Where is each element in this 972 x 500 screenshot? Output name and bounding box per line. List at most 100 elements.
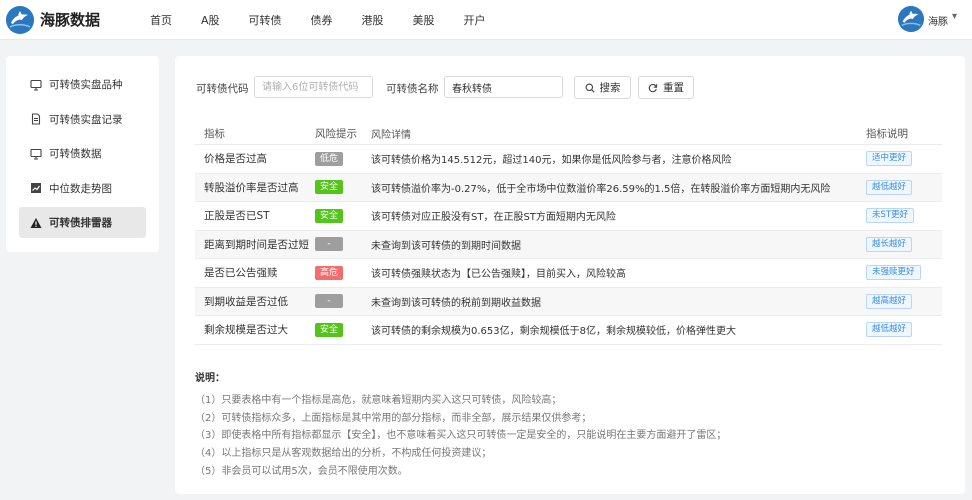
note-cell: 未ST更好 [866, 208, 942, 224]
sidebar-item-bond-data[interactable]: 可转债数据 [19, 138, 146, 169]
note-cell: 越高越好 [866, 293, 942, 309]
notes-section: 说明： （1）只要表格中有一个指标是高危，就意味着短期内买入这只可转债，风险较高… [195, 369, 726, 479]
note-badge: 越高越好 [866, 293, 913, 309]
sidebar-item-label: 中位数走势图 [49, 182, 112, 195]
nav-home[interactable]: 首页 [150, 12, 172, 28]
bond-code-input[interactable] [254, 76, 373, 98]
sidebar-item-risk-scanner[interactable]: 可转债排雷器 [19, 207, 146, 238]
note-badge: 适中更好 [866, 151, 913, 167]
note-line: （5）非会员可以试用5次，会员不限使用次数。 [195, 465, 408, 477]
detail-cell: 未查询到该可转债的到期时间数据 [371, 240, 521, 252]
note-cell: 未强赎更好 [866, 265, 942, 281]
table-row: 剩余规模是否过大 安全 该可转债的剩余规模为0.653亿，剩余规模低于8亿，剩余规模… [195, 316, 942, 345]
sidebar-item-median-trend[interactable]: 中位数走势图 [19, 173, 146, 204]
risk-cell: 低危 [315, 151, 371, 166]
table-row: 是否已公告强赎 高危 该可转债强赎状态为【已公告强赎】，目前买入，风险较高 未强赎更好 [195, 259, 942, 288]
dolphin-logo-icon[interactable] [6, 6, 34, 34]
table-body: 价格是否过高 低危 该可转债价格为145.512元，超过140元，如果你是低风险参与… [195, 145, 942, 345]
search-button[interactable]: 搜索 [574, 76, 631, 99]
header-note: 指标说明 [866, 127, 908, 140]
note-cell: 越长越好 [866, 236, 942, 252]
nav-a-share[interactable]: A股 [201, 12, 220, 28]
nav-convertible-bond[interactable]: 可转债 [249, 12, 282, 28]
risk-cell: - [315, 237, 371, 252]
sidebar-item-label: 可转债实盘记录 [49, 113, 123, 126]
detail-cell: 该可转债的剩余规模为0.653亿，剩余规模低于8亿，剩余规模较低，价格弹性更大 [371, 326, 736, 338]
note-line: （1）只要表格中有一个指标是高危，就意味着短期内买入这只可转债，风险较高； [195, 395, 562, 406]
note-line: （2）可转债指标众多，上面指标是其中常用的部分指标，而非全部，展示结果仅供参考； [195, 412, 592, 424]
risk-cell: 安全 [315, 180, 371, 195]
note-line: （4）以上指标只是从客观数据给出的分析，不构成任何投资建议； [195, 448, 492, 460]
bond-code-label: 可转债代码 [196, 83, 249, 95]
search-button-label: 搜索 [599, 82, 621, 94]
risk-badge: 安全 [315, 322, 344, 337]
reset-button[interactable]: 重置 [638, 76, 694, 99]
risk-cell: 安全 [315, 208, 371, 223]
header-risk: 风险提示 [315, 127, 357, 140]
warning-icon [30, 217, 42, 229]
notes-title: 说明： [195, 373, 225, 384]
brand-name[interactable]: 海豚数据 [40, 9, 100, 30]
sidebar-item-live-records[interactable]: 可转债实盘记录 [19, 104, 146, 135]
table-header: 指标 风险提示 风险详情 指标说明 [195, 122, 942, 145]
table-row: 价格是否过高 低危 该可转债价格为145.512元，超过140元，如果你是低风险参与… [195, 145, 942, 174]
indicator-cell: 剩余规模是否过大 [204, 324, 288, 337]
note-cell: 越低越好 [866, 322, 942, 338]
table-row: 距离到期时间是否过短 - 未查询到该可转债的到期时间数据 越长越好 [195, 230, 942, 259]
sidebar-item-label: 可转债实盘品种 [49, 79, 123, 91]
note-badge: 越低越好 [866, 179, 913, 195]
sidebar-item-live-varieties[interactable]: 可转债实盘品种 [19, 69, 146, 100]
detail-cell: 该可转债强赎状态为【已公告强赎】，目前买入，风险较高 [371, 269, 626, 281]
indicator-cell: 到期收益是否过低 [204, 295, 288, 308]
sidebar-item-label: 可转债数据 [49, 148, 102, 160]
document-icon [30, 113, 42, 125]
main-nav: 首页 A股 可转债 债券 港股 美股 开户 [150, 12, 486, 28]
caret-down-icon[interactable]: ▾ [952, 11, 957, 22]
risk-badge: 安全 [315, 208, 344, 223]
bond-name-label: 可转债名称 [386, 83, 439, 95]
search-icon [585, 83, 595, 93]
bond-name-input[interactable] [444, 76, 563, 98]
risk-cell: - [315, 294, 371, 309]
note-cell: 越低越好 [866, 179, 942, 195]
main-panel: 可转债代码 可转债名称 搜索 重置 指标 风险提示 风险详情 指标说明 价格是否… [175, 56, 965, 494]
nav-us-stock[interactable]: 美股 [413, 12, 435, 28]
indicator-cell: 价格是否过高 [204, 153, 267, 166]
note-line: （3）即使表格中所有指标都显示【安全】，也不意味着买入这只可转债一定是安全的，只… [195, 430, 727, 442]
indicator-cell: 是否已公告强赎 [204, 267, 278, 280]
risk-badge: 低危 [315, 151, 344, 166]
refresh-icon [648, 83, 658, 92]
indicator-cell: 距离到期时间是否过短 [204, 238, 309, 251]
top-header: 海豚数据 首页 A股 可转债 债券 港股 美股 开户 海豚 ▾ [0, 0, 972, 40]
nav-hk-stock[interactable]: 港股 [362, 12, 384, 28]
indicator-cell: 转股溢价率是否过高 [204, 181, 299, 194]
detail-cell: 该可转债对应正股没有ST，在正股ST方面短期内无风险 [371, 212, 616, 224]
indicator-cell: 正股是否已ST [204, 210, 270, 223]
note-badge: 越长越好 [866, 236, 913, 252]
sidebar: 可转债实盘品种 可转债实盘记录 可转债数据 中位数走势图 可转债排雷器 [6, 56, 159, 252]
detail-cell: 未查询到该可转债的税前到期收益数据 [371, 297, 541, 309]
sidebar-item-label: 可转债排雷器 [49, 217, 112, 229]
user-avatar[interactable] [898, 6, 924, 32]
nav-bond[interactable]: 债券 [311, 12, 333, 28]
detail-cell: 该可转债价格为145.512元，超过140元，如果你是低风险参与者，注意价格风险 [371, 155, 732, 167]
risk-cell: 高危 [315, 265, 371, 280]
risk-cell: 安全 [315, 322, 371, 337]
header-detail: 风险详情 [371, 129, 411, 141]
nav-open-account[interactable]: 开户 [464, 12, 486, 28]
risk-badge: 高危 [315, 265, 344, 280]
detail-cell: 该可转债溢价率为-0.27%，低于全市场中位数溢价率26.59%的1.5倍，在转… [371, 183, 831, 195]
note-cell: 适中更好 [866, 151, 942, 167]
monitor-icon [30, 79, 42, 91]
risk-badge: - [315, 294, 343, 309]
username[interactable]: 海豚 [928, 13, 948, 28]
header-indicator: 指标 [204, 127, 225, 140]
chart-icon [30, 182, 42, 194]
note-badge: 越低越好 [866, 322, 913, 338]
reset-button-label: 重置 [663, 82, 684, 94]
table-row: 到期收益是否过低 - 未查询到该可转债的税前到期收益数据 越高越好 [195, 287, 942, 316]
risk-table: 指标 风险提示 风险详情 指标说明 价格是否过高 低危 该可转债价格为145.512… [195, 122, 942, 345]
note-badge: 未ST更好 [866, 208, 915, 224]
table-row: 转股溢价率是否过高 安全 该可转债溢价率为-0.27%，低于全市场中位数溢价率26.… [195, 173, 942, 202]
risk-badge: 安全 [315, 180, 344, 195]
